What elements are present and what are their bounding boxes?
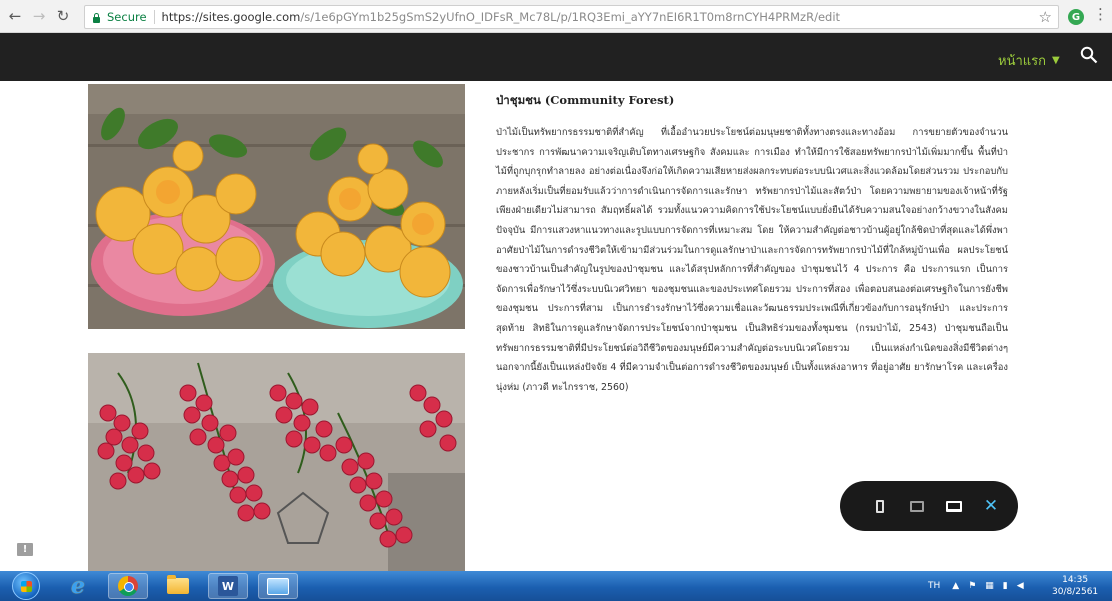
taskbar-chrome[interactable] <box>108 573 148 599</box>
phone-preview-button[interactable] <box>862 488 898 524</box>
system-tray: TH ▲ ⚑ ▦ ▮ ◀ <box>928 571 1033 601</box>
taskbar-ie[interactable]: e <box>58 573 98 599</box>
feedback-icon[interactable]: ! <box>17 543 33 556</box>
show-hidden-icons-icon[interactable]: ▲ <box>952 581 959 591</box>
flag-icon[interactable]: ⚑ <box>968 581 976 591</box>
secure-label: Secure <box>107 10 147 24</box>
windows-taskbar: e W TH ▲ ⚑ ▦ ▮ ◀ 14:35 30/8/2561 <box>0 571 1112 601</box>
taskbar-word[interactable]: W <box>208 573 248 599</box>
fruit-photo-bunches <box>88 353 465 571</box>
laptop-icon <box>946 500 962 512</box>
nav-home-menu[interactable]: หน้าแรก ▼ <box>998 50 1060 71</box>
address-bar[interactable]: Secure https://sites.google.com/s/1e6pGY… <box>84 5 1059 29</box>
tablet-icon <box>910 500 924 512</box>
chrome-icon <box>118 576 138 596</box>
chevron-down-icon: ▼ <box>1052 55 1060 66</box>
taskbar-explorer[interactable] <box>158 573 198 599</box>
language-indicator[interactable]: TH <box>928 581 940 591</box>
lock-icon <box>92 12 101 23</box>
article: ป่าชุมชน (Community Forest) ป่าไม้เป็นทร… <box>496 92 1008 397</box>
clock-date: 30/8/2561 <box>1052 587 1099 597</box>
article-body: ป่าไม้เป็นทรัพยากรธรรมชาติที่สำคัญ ที่เอ… <box>496 127 1008 393</box>
preview-device-toolbar: ✕ <box>840 481 1018 531</box>
phone-icon <box>876 499 884 513</box>
url-host: https://sites.google.com <box>161 10 301 24</box>
taskbar-screen-app[interactable] <box>258 573 298 599</box>
reload-icon[interactable]: ↻ <box>54 7 72 25</box>
url-path: /s/1e6pGYm1b25gSmS2yUfnO_IDFsR_Mc78L/p/1… <box>300 10 841 24</box>
close-icon: ✕ <box>983 496 999 516</box>
clock[interactable]: 14:35 30/8/2561 <box>1052 574 1098 598</box>
tablet-preview-button[interactable] <box>899 488 935 524</box>
back-arrow-icon[interactable]: ← <box>6 7 24 25</box>
forward-arrow-icon[interactable]: → <box>30 7 48 25</box>
fruit-photo-plates <box>88 84 465 329</box>
search-icon[interactable] <box>1080 46 1098 64</box>
menu-icon[interactable]: ⋮ <box>1093 7 1108 22</box>
volume-icon[interactable]: ◀ <box>1017 581 1024 591</box>
divider <box>153 10 155 24</box>
nav-home-label: หน้าแรก <box>998 54 1046 69</box>
browser-toolbar: ← → ↻ Secure https://sites.google.com/s/… <box>0 0 1112 33</box>
star-icon[interactable]: ☆ <box>1039 8 1052 26</box>
internet-explorer-icon: e <box>71 573 85 599</box>
folder-icon <box>167 575 189 594</box>
clock-time: 14:35 <box>1062 575 1089 585</box>
site-header <box>0 33 1112 81</box>
word-icon: W <box>218 576 238 596</box>
screen-app-icon <box>267 577 289 595</box>
network-icon[interactable]: ▦ <box>985 581 994 591</box>
close-preview-button[interactable]: ✕ <box>973 488 1009 524</box>
signal-icon[interactable]: ▮ <box>1003 581 1008 591</box>
desktop-preview-button[interactable] <box>936 488 972 524</box>
start-button[interactable] <box>12 572 40 600</box>
article-title: ป่าชุมชน (Community Forest) <box>496 93 675 107</box>
extension-icon[interactable]: G <box>1068 9 1084 25</box>
